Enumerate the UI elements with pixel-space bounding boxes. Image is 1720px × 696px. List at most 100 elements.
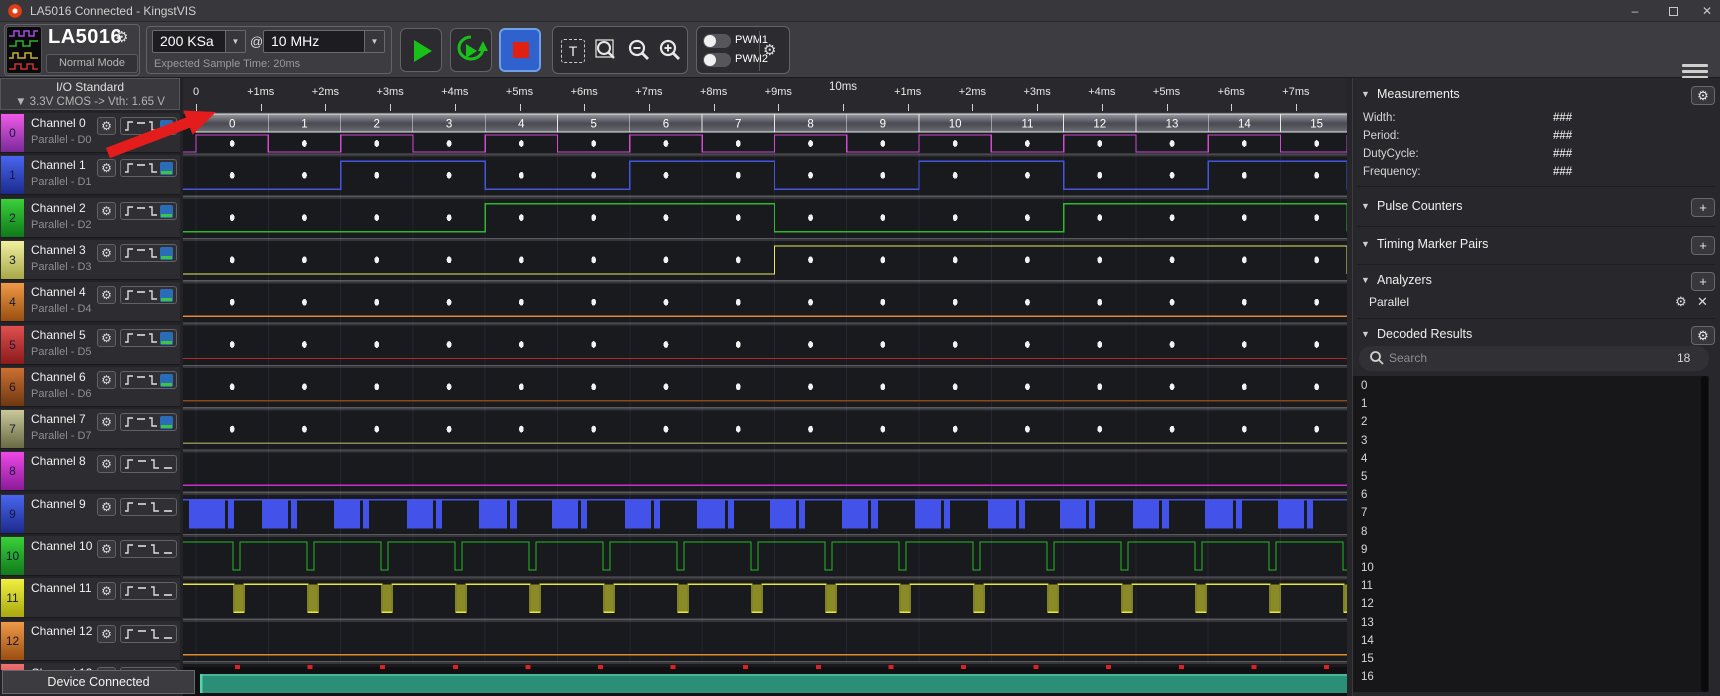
measurements-section[interactable]: ▼ Measurements ⚙: [1353, 86, 1720, 106]
decoded-result-row[interactable]: 15: [1361, 653, 1374, 665]
maximize-button[interactable]: [1656, 0, 1690, 22]
rising-edge-icon[interactable]: [124, 374, 134, 386]
high-level-icon[interactable]: [137, 543, 147, 555]
rising-edge-icon[interactable]: [124, 205, 134, 217]
decoded-result-row[interactable]: 2: [1361, 416, 1367, 428]
falling-edge-icon[interactable]: [148, 416, 158, 428]
pulse-counters-section[interactable]: ▼ Pulse Counters +: [1353, 198, 1720, 218]
falling-edge-icon[interactable]: [150, 501, 160, 513]
high-level-icon[interactable]: [136, 374, 146, 386]
decoded-result-row[interactable]: 8: [1361, 526, 1367, 538]
channel-gear-icon[interactable]: ⚙: [97, 455, 116, 473]
channel-row-4[interactable]: 4Channel 4Parallel - D4⚙: [0, 282, 180, 322]
low-level-selected-indicator[interactable]: [160, 374, 173, 387]
trigger-buttons[interactable]: [120, 159, 177, 177]
falling-edge-icon[interactable]: [148, 374, 158, 386]
channel-row-0[interactable]: 0Channel 0Parallel - D0⚙: [0, 113, 180, 153]
rising-edge-icon[interactable]: [124, 501, 134, 513]
decoded-result-row[interactable]: 5: [1361, 471, 1367, 483]
analyzer-gear-icon[interactable]: ⚙: [1675, 294, 1687, 310]
low-level-icon[interactable]: [163, 501, 173, 513]
low-level-selected-indicator[interactable]: [160, 205, 173, 218]
channel-gear-icon[interactable]: ⚙: [97, 413, 116, 431]
decoded-search-input[interactable]: Search 18: [1359, 346, 1709, 371]
channel-gear-icon[interactable]: ⚙: [97, 286, 116, 304]
trigger-buttons[interactable]: [120, 625, 177, 643]
channel-gear-icon[interactable]: ⚙: [97, 625, 116, 643]
menu-hamburger-icon[interactable]: [1682, 64, 1708, 78]
falling-edge-icon[interactable]: [150, 585, 160, 597]
trigger-buttons[interactable]: [120, 413, 177, 431]
trigger-buttons[interactable]: [120, 329, 177, 347]
falling-edge-icon[interactable]: [150, 543, 160, 555]
decoded-results-list[interactable]: 012345678910111213141516: [1353, 376, 1709, 692]
channel-gear-icon[interactable]: ⚙: [97, 159, 116, 177]
channel-gear-icon[interactable]: ⚙: [97, 540, 116, 558]
mode-selector[interactable]: Normal Mode: [46, 54, 138, 73]
analyzers-section[interactable]: ▼ Analyzers +: [1353, 272, 1720, 292]
falling-edge-icon[interactable]: [148, 247, 158, 259]
high-level-icon[interactable]: [136, 205, 146, 217]
channel-row-9[interactable]: 9Channel 9⚙: [0, 494, 180, 534]
falling-edge-icon[interactable]: [148, 332, 158, 344]
decoded-result-row[interactable]: 16: [1361, 671, 1374, 683]
channel-row-2[interactable]: 2Channel 2Parallel - D2⚙: [0, 198, 180, 238]
collapse-triangle-icon[interactable]: ▼: [1361, 329, 1370, 339]
start-capture-button[interactable]: [400, 28, 442, 72]
high-level-icon[interactable]: [137, 501, 147, 513]
decoded-results-section[interactable]: ▼ Decoded Results ⚙: [1353, 326, 1720, 346]
add-pulse-counter-button[interactable]: +: [1691, 198, 1715, 217]
collapse-triangle-icon[interactable]: ▼: [1361, 89, 1370, 99]
trigger-buttons[interactable]: [120, 540, 177, 558]
trigger-buttons[interactable]: [120, 117, 177, 135]
decoded-result-row[interactable]: 1: [1361, 398, 1367, 410]
rising-edge-icon[interactable]: [124, 416, 134, 428]
add-analyzer-button[interactable]: +: [1691, 272, 1715, 291]
waveform-view[interactable]: 0123456789101112131415: [183, 112, 1347, 696]
horizontal-scrollbar-thumb[interactable]: [200, 674, 1347, 693]
collapse-triangle-icon[interactable]: ▼: [1361, 201, 1370, 211]
low-level-selected-indicator[interactable]: [160, 332, 173, 345]
rising-edge-icon[interactable]: [124, 332, 134, 344]
low-level-icon[interactable]: [163, 628, 173, 640]
high-level-icon[interactable]: [136, 416, 146, 428]
low-level-selected-indicator[interactable]: [160, 289, 173, 302]
high-level-icon[interactable]: [136, 332, 146, 344]
low-level-icon[interactable]: [163, 543, 173, 555]
trigger-buttons[interactable]: [120, 371, 177, 389]
measurements-gear-icon[interactable]: ⚙: [1691, 86, 1715, 105]
decoded-result-row[interactable]: 10: [1361, 562, 1374, 574]
high-level-icon[interactable]: [136, 289, 146, 301]
low-level-icon[interactable]: [163, 585, 173, 597]
channel-row-12[interactable]: 12Channel 12⚙: [0, 621, 180, 661]
decoded-result-row[interactable]: 3: [1361, 435, 1367, 447]
pwm2-toggle[interactable]: [703, 53, 731, 67]
channel-row-13[interactable]: 13Channel 13⚙: [0, 663, 180, 670]
high-level-icon[interactable]: [136, 120, 146, 132]
analyzer-remove-icon[interactable]: ✕: [1697, 294, 1708, 310]
rising-edge-icon[interactable]: [124, 247, 134, 259]
channel-row-3[interactable]: 3Channel 3Parallel - D3⚙: [0, 240, 180, 280]
channel-gear-icon[interactable]: ⚙: [97, 329, 116, 347]
trigger-buttons[interactable]: [120, 455, 177, 473]
channel-row-5[interactable]: 5Channel 5Parallel - D5⚙: [0, 325, 180, 365]
falling-edge-icon[interactable]: [150, 458, 160, 470]
decoded-result-row[interactable]: 11: [1361, 580, 1373, 592]
low-level-selected-indicator[interactable]: [160, 416, 173, 429]
chevron-down-icon[interactable]: ▼: [225, 31, 245, 52]
timing-marker-pairs-section[interactable]: ▼ Timing Marker Pairs +: [1353, 236, 1720, 256]
close-button[interactable]: ✕: [1690, 0, 1720, 22]
rising-edge-icon[interactable]: [124, 585, 134, 597]
channel-row-10[interactable]: 10Channel 10⚙: [0, 536, 180, 576]
list-scrollbar[interactable]: [1701, 376, 1708, 692]
rising-edge-icon[interactable]: [124, 289, 134, 301]
falling-edge-icon[interactable]: [150, 628, 160, 640]
add-timing-marker-button[interactable]: +: [1691, 236, 1715, 255]
channel-gear-icon[interactable]: ⚙: [97, 582, 116, 600]
collapse-triangle-icon[interactable]: ▼: [1361, 239, 1370, 249]
rising-edge-icon[interactable]: [124, 458, 134, 470]
channel-row-8[interactable]: 8Channel 8⚙: [0, 451, 180, 491]
zoom-out-icon[interactable]: [625, 37, 653, 65]
wave-row-8[interactable]: [183, 451, 1347, 493]
decoded-results-gear-icon[interactable]: ⚙: [1691, 326, 1715, 345]
